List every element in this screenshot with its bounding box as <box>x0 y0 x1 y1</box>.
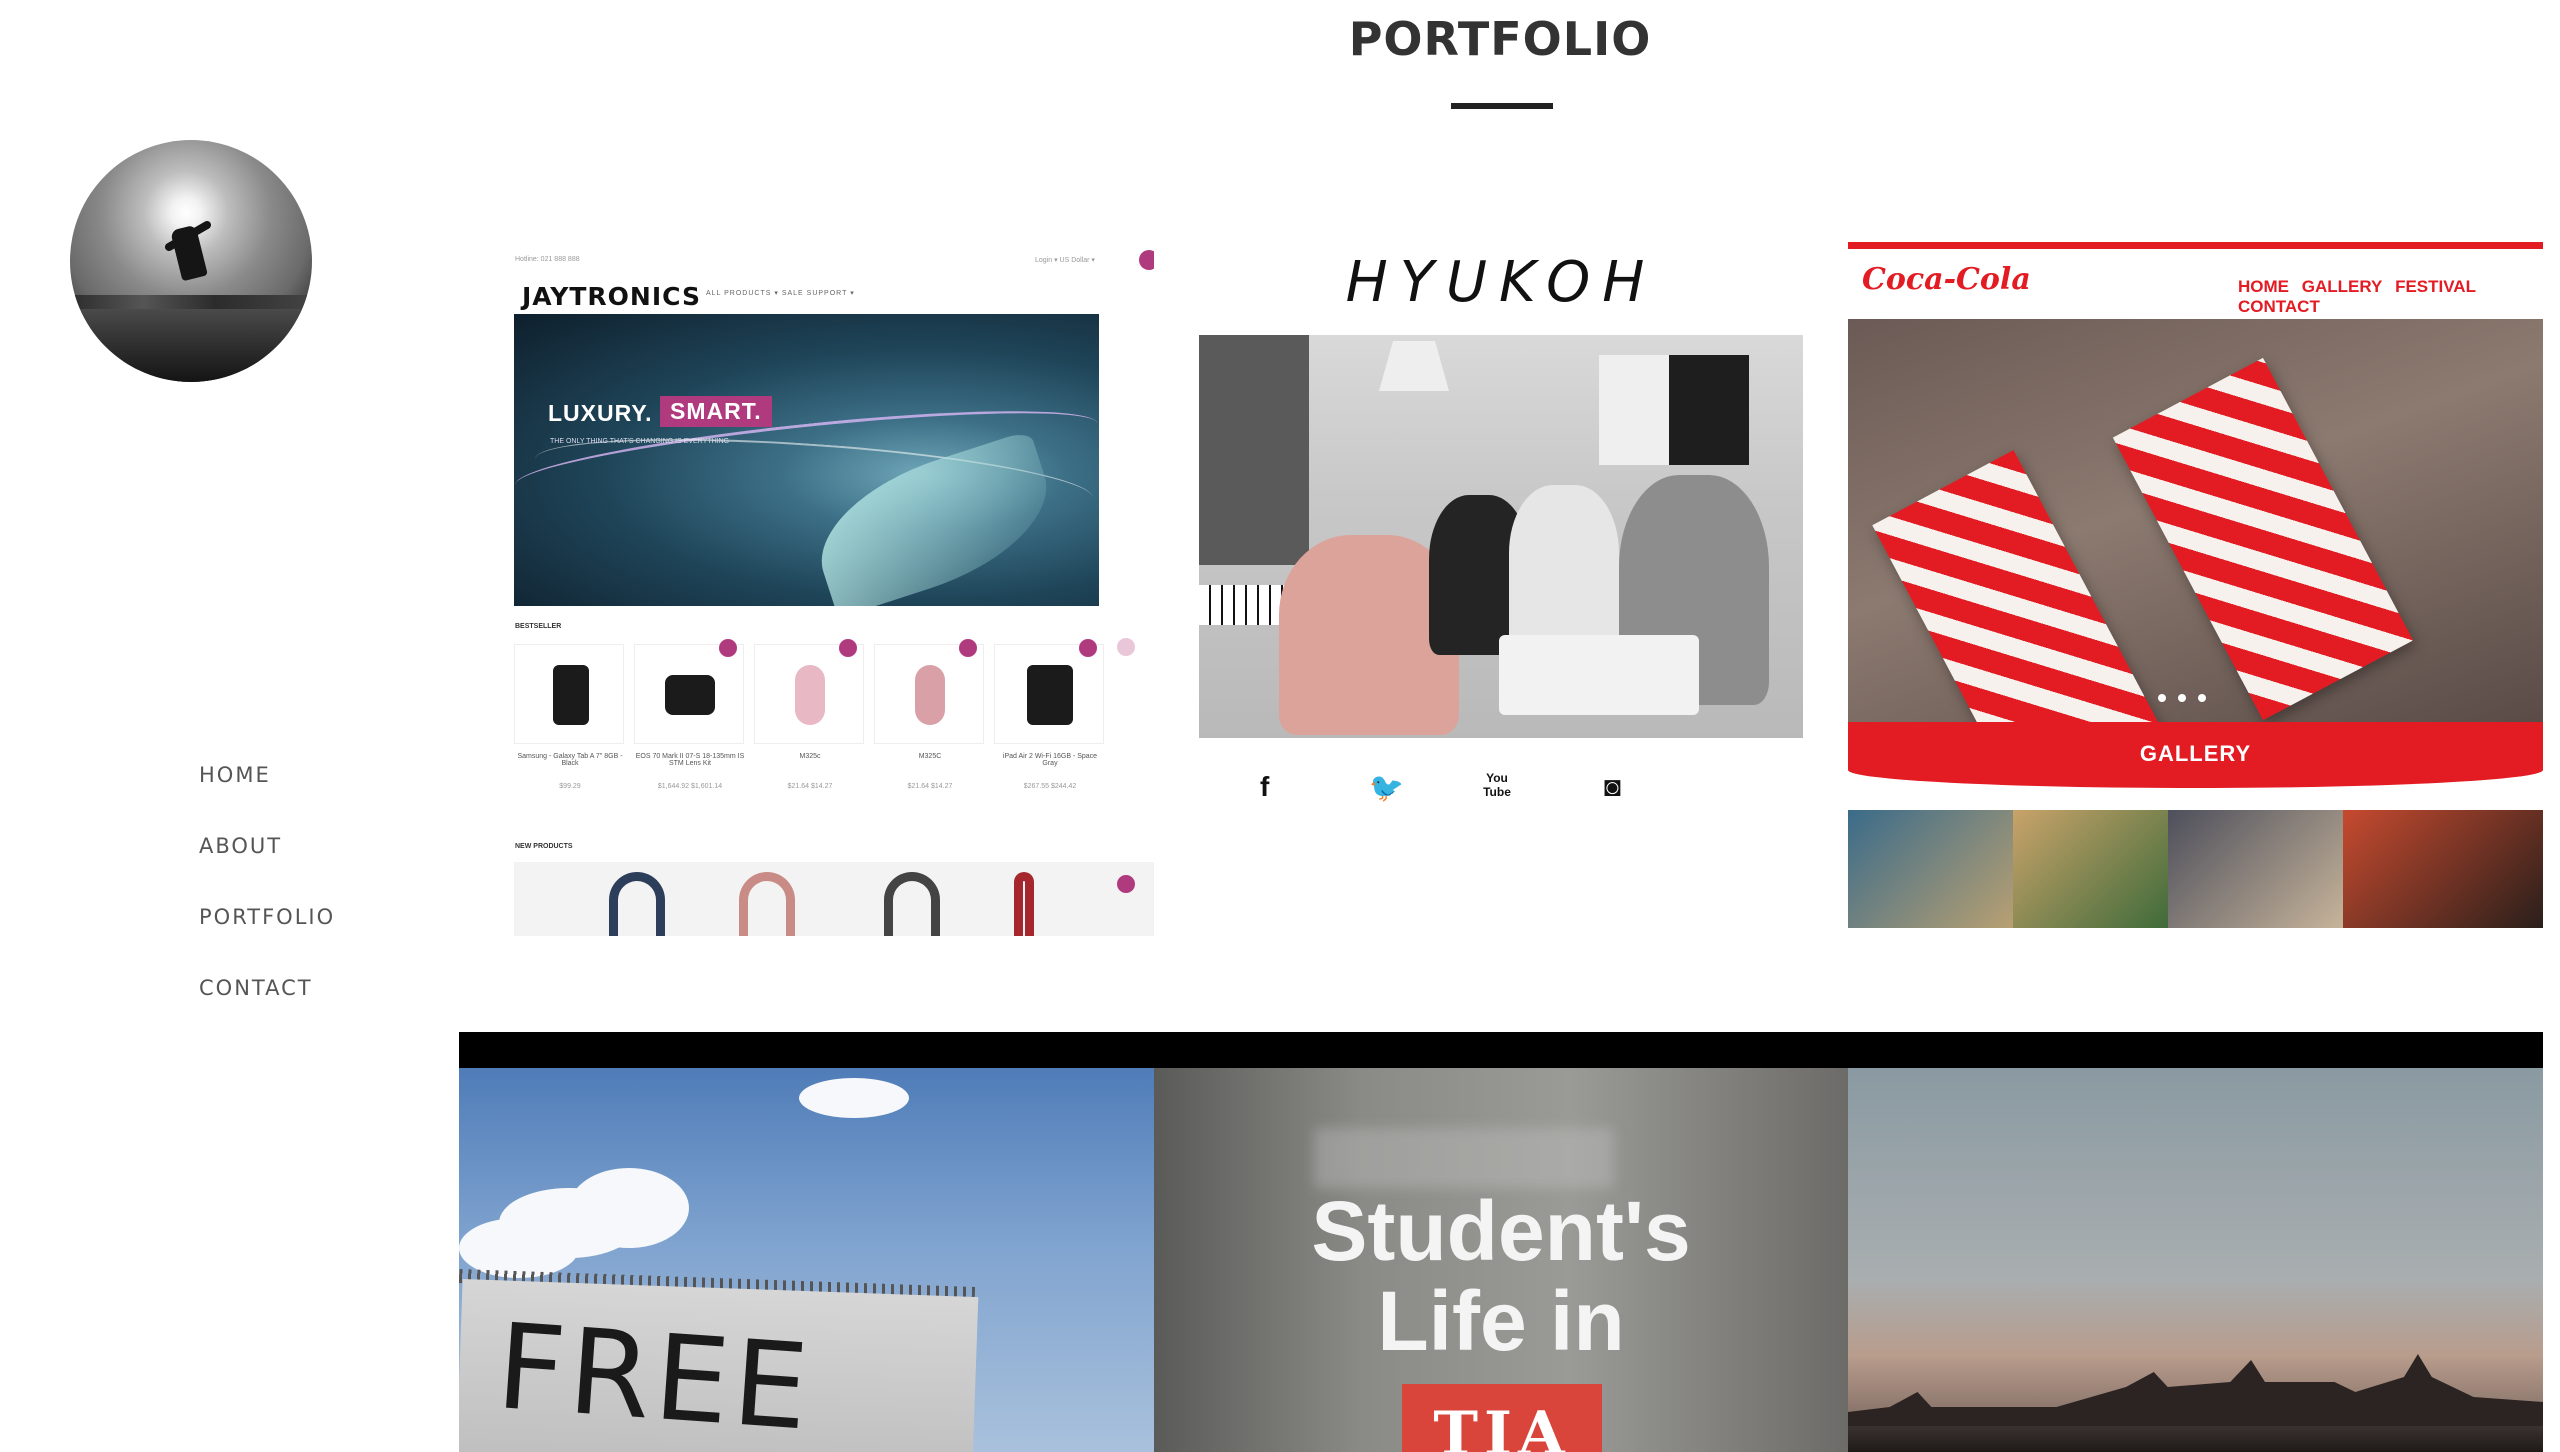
cocacola-nav: HOME GALLERY FESTIVAL CONTACT <box>2238 277 2476 316</box>
jaytronics-hero-banner: LUXURY. SMART. THE ONLY THING THAT'S CHA… <box>514 314 1099 606</box>
discount-badge <box>839 639 857 657</box>
discount-badge <box>719 639 737 657</box>
portfolio-item-cocacola[interactable]: Coca-Cola HOME GALLERY FESTIVAL CONTACT … <box>1848 238 2543 936</box>
tablet-image <box>553 665 589 725</box>
facebook-icon[interactable]: f <box>1260 771 1269 803</box>
product-card: M325c $21.64 $14.27 <box>754 639 864 790</box>
hyukoh-social-links: f 🐦 You Tube ◙ <box>1154 771 1848 811</box>
bestseller-list: Samsung - Galaxy Tab A 7" 8GB - Black $9… <box>514 639 1104 790</box>
gallery-thumbnails <box>1848 810 2543 928</box>
jaytronics-hotline: Hotline: 021 888 888 <box>515 256 580 263</box>
product-card: EOS 70 Mark II 07-S 18-135mm IS STM Lens… <box>634 639 744 790</box>
hyukoh-logo: HYUKOH <box>1345 250 1657 315</box>
tia-badge: TIA <box>1402 1384 1602 1452</box>
nav-portfolio-link[interactable]: PORTFOLIO <box>199 902 335 973</box>
instagram-icon[interactable]: ◙ <box>1604 771 1621 803</box>
free-handwriting: FREE <box>492 1297 817 1452</box>
page-title: PORTFOLIO <box>1348 12 1652 66</box>
cart-icon <box>1139 250 1154 270</box>
carousel-dot <box>1117 638 1135 656</box>
students-life-line-1: Student's <box>1311 1184 1691 1278</box>
nav-about-link[interactable]: ABOUT <box>199 831 335 902</box>
beach-towels-photo <box>1848 319 2543 723</box>
earphones-image <box>1014 872 1034 936</box>
nav-contact-link[interactable]: CONTACT <box>199 973 335 1044</box>
band-photo <box>1199 335 1803 738</box>
portfolio-item-hyukoh[interactable]: HYUKOH f 🐦 You Tube ◙ <box>1154 238 1848 936</box>
discount-badge <box>959 639 977 657</box>
camera-image <box>665 675 715 715</box>
title-underline <box>1451 103 1553 109</box>
portfolio-item-students-life[interactable]: Student's Life in TIA <box>1154 1068 1848 1452</box>
jaytronics-login: Login ▾ US Dollar ▾ <box>1035 257 1095 264</box>
discount-badge <box>1079 639 1097 657</box>
gallery-banner: GALLERY <box>1848 722 2543 788</box>
headphones-image <box>739 872 795 936</box>
ipad-image <box>1027 665 1073 725</box>
bestseller-label: BESTSELLER <box>515 623 562 630</box>
hero-headline-2: SMART. <box>660 396 772 427</box>
product-card: iPad Air 2 Wi-Fi 16GB - Space Gray $267.… <box>994 639 1104 790</box>
headphones-image <box>884 872 940 936</box>
product-card: M325C $21.64 $14.27 <box>874 639 984 790</box>
jaytronics-logo: JAYTRONICS <box>522 282 701 311</box>
sidebar: HOME ABOUT PORTFOLIO CONTACT <box>0 0 455 1452</box>
new-products-strip <box>514 862 1154 936</box>
students-life-line-2: Life in <box>1377 1274 1625 1368</box>
mouse-image <box>915 665 945 725</box>
new-products-label: NEW PRODUCTS <box>515 843 573 850</box>
row-divider <box>459 1032 2543 1068</box>
main-nav: HOME ABOUT PORTFOLIO CONTACT <box>199 760 335 1044</box>
twitter-icon[interactable]: 🐦 <box>1369 771 1404 804</box>
carousel-dots <box>2158 689 2238 702</box>
product-card: Samsung - Galaxy Tab A 7" 8GB - Black $9… <box>514 644 624 790</box>
cocacola-logo: Coca-Cola <box>1862 262 2031 297</box>
carousel-dot <box>1117 875 1135 893</box>
portfolio-item-free[interactable]: FREE <box>459 1068 1154 1452</box>
profile-avatar <box>70 140 312 382</box>
nav-home-link[interactable]: HOME <box>199 760 335 831</box>
headphones-image <box>609 872 665 936</box>
hero-tagline: THE ONLY THING THAT'S CHANGING IS EVERYT… <box>550 438 730 445</box>
portfolio-item-jaytronics[interactable]: Hotline: 021 888 888 Login ▾ US Dollar ▾… <box>459 238 1154 936</box>
hero-headline-1: LUXURY. <box>548 400 653 426</box>
youtube-icon[interactable]: You Tube <box>1483 771 1511 799</box>
mouse-image <box>795 665 825 725</box>
portfolio-item-london[interactable] <box>1848 1068 2543 1452</box>
jaytronics-menu: ALL PRODUCTS ▾ SALE SUPPORT ▾ <box>706 290 855 297</box>
